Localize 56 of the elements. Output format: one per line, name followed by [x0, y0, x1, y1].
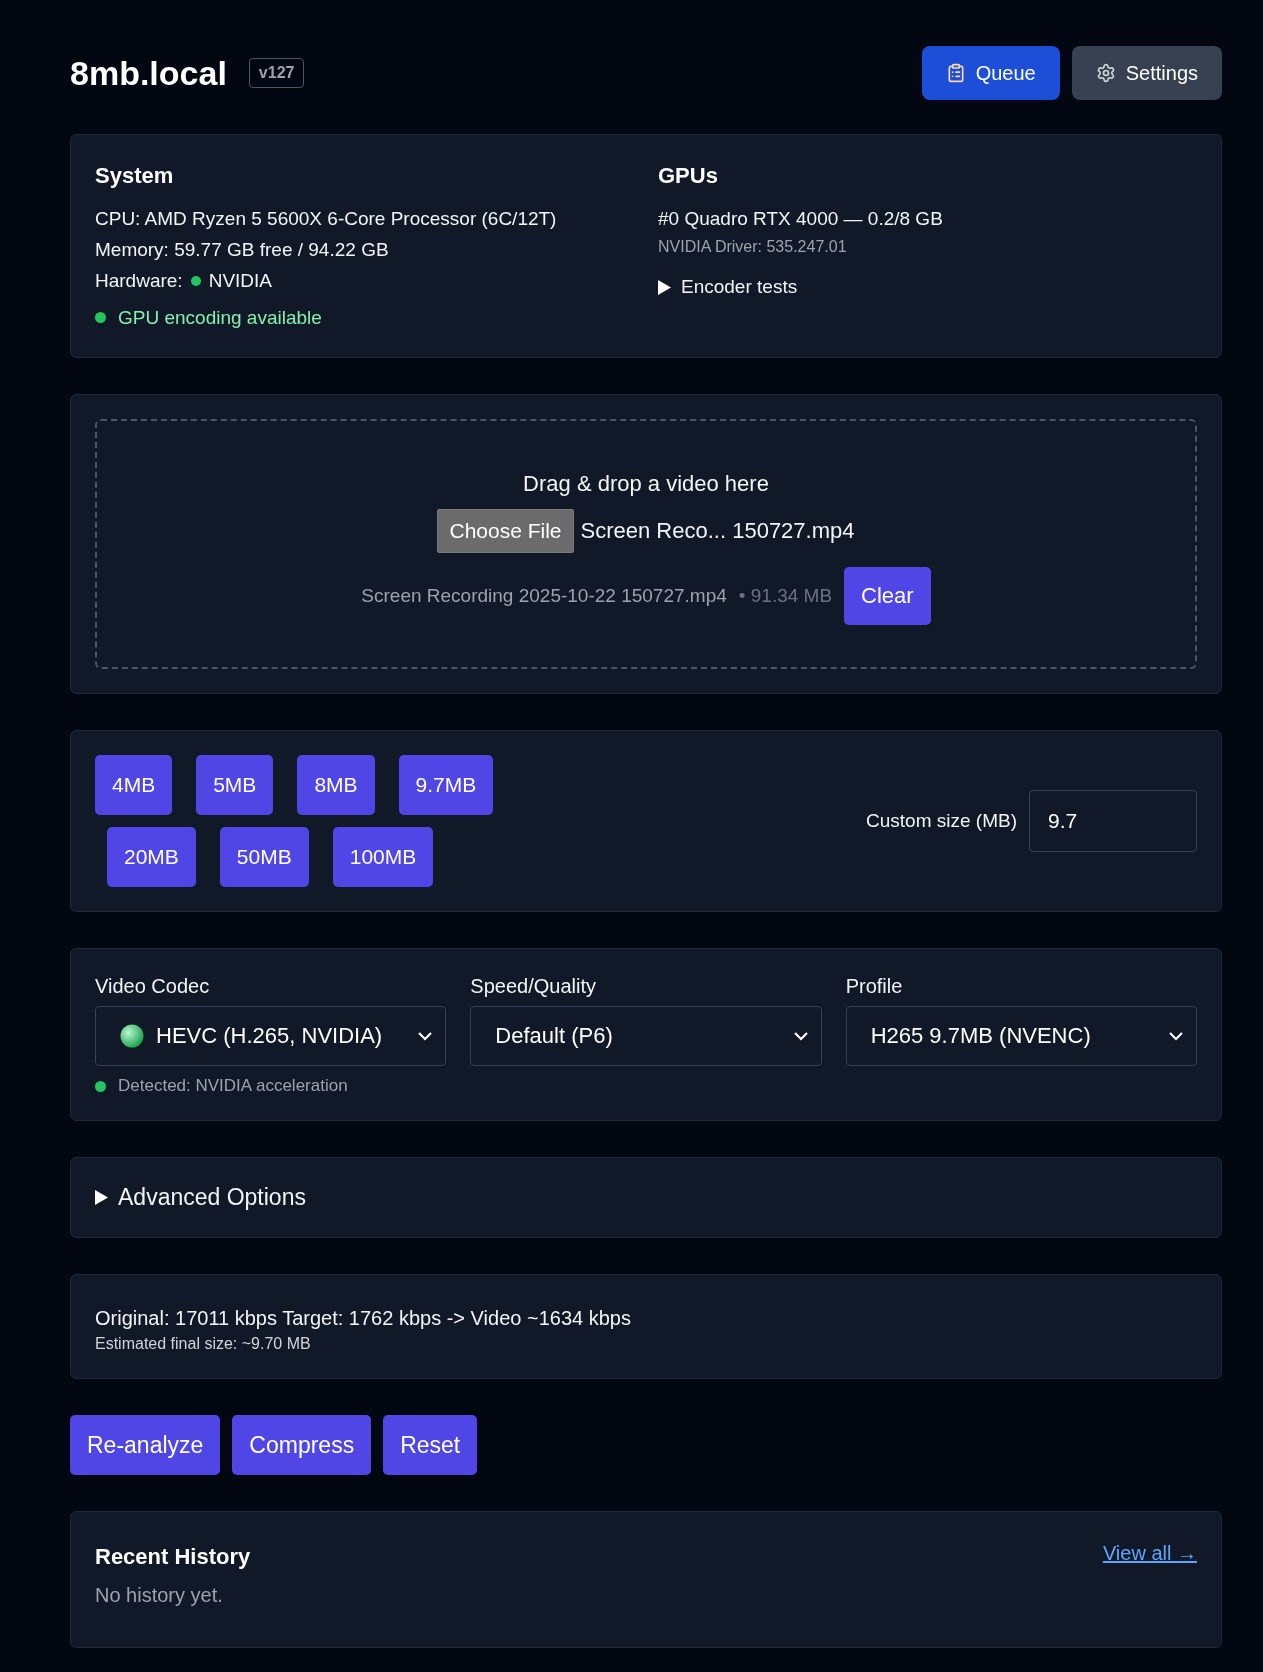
- dropdown-select[interactable]: HEVC (H.265, NVIDIA): [95, 1006, 447, 1066]
- choose-file-button[interactable]: Choose File: [437, 509, 574, 553]
- status-dot-icon: [95, 1080, 106, 1092]
- gpu-status-text: GPU encoding available: [118, 306, 322, 330]
- custom-size-field[interactable]: 9.7: [1029, 790, 1197, 852]
- status-dot-icon: [190, 275, 201, 286]
- drop-prompt: Drag & drop a video here: [523, 471, 769, 497]
- hardware-value: NVIDIA: [208, 269, 272, 293]
- chosen-file-name: Screen Reco... 150727.mp4: [580, 518, 855, 544]
- custom-size-label: Custom size (MB): [866, 810, 1017, 832]
- encoder-tests-toggle[interactable]: Encoder tests: [658, 276, 798, 298]
- field-label: Profile: [845, 975, 904, 998]
- size-preset-button[interactable]: 50MB: [219, 827, 309, 887]
- section-heading: Recent History: [95, 1544, 251, 1570]
- size-preset-button[interactable]: 4MB: [95, 755, 173, 815]
- app-title: 8mb.local: [70, 53, 227, 93]
- size-preset-button[interactable]: 5MB: [196, 755, 274, 815]
- disclosure-triangle-icon: [658, 279, 671, 295]
- chevron-down-icon: [792, 1031, 809, 1041]
- system-info-line: CPU: AMD Ryzen 5 5600X 6-Core Processor (6C/12T): [95, 207, 558, 231]
- size-preset-button[interactable]: 100MB: [332, 827, 434, 887]
- section-heading: GPUs: [658, 163, 719, 189]
- field-label: Video Codec: [95, 975, 211, 998]
- section-heading: System: [95, 163, 175, 189]
- size-preset-button[interactable]: 20MB: [107, 827, 196, 887]
- file-size: • 91.34 MB: [738, 585, 833, 607]
- size-preset-button[interactable]: 8MB: [297, 755, 375, 815]
- bitrate-summary: Original: 17011 kbps Target: 1762 kbps -> Video ~1634 kbps: [95, 1306, 632, 1331]
- chevron-down-icon: [1168, 1031, 1184, 1041]
- file-name: Screen Recording 2025-10-22 150727.mp4: [361, 585, 727, 607]
- action-button[interactable]: Re-analyze: [70, 1415, 221, 1475]
- gpu-name: #0 Quadro RTX 4000 — 0.2/8 GB: [658, 207, 944, 231]
- dropdown-select[interactable]: H265 9.7MB (NVENC): [845, 1006, 1197, 1066]
- action-button[interactable]: Reset: [383, 1415, 478, 1475]
- size-preset-button[interactable]: 9.7MB: [398, 755, 494, 815]
- queue-button[interactable]: Queue: [921, 46, 1060, 100]
- chevron-down-icon: [417, 1031, 434, 1041]
- empty-history-text: No history yet.: [95, 1584, 223, 1606]
- settings-icon: [1095, 63, 1116, 83]
- estimated-size: Estimated final size: ~9.70 MB: [95, 1334, 312, 1354]
- driver-version: NVIDIA Driver: 535.247.01: [658, 237, 848, 257]
- clear-button[interactable]: Clear: [844, 567, 931, 625]
- field-label: Speed/Quality: [470, 975, 597, 998]
- drop-zone[interactable]: Drag & drop a video here Choose File Screen Reco... 150727.mp4 Screen Recording 2025-10-22 150727.mp4 • 91.34 MB Clear: [95, 419, 1197, 669]
- version-badge: v127: [248, 58, 305, 88]
- settings-button[interactable]: Settings: [1071, 46, 1222, 100]
- system-info-line: Memory: 59.77 GB free / 94.22 GB: [95, 238, 390, 262]
- status-dot-icon: [95, 312, 106, 323]
- view-all-link[interactable]: View all →: [1102, 1541, 1197, 1565]
- action-button[interactable]: Compress: [232, 1415, 372, 1475]
- detection-note: Detected: NVIDIA acceleration: [118, 1076, 348, 1096]
- dropdown-select[interactable]: Default (P6): [470, 1006, 822, 1066]
- disclosure-triangle-icon: [95, 1190, 108, 1205]
- hardware-label: Hardware:: [95, 269, 183, 293]
- advanced-options-toggle[interactable]: Advanced Options: [95, 1184, 306, 1211]
- status-sphere-icon: [120, 1024, 144, 1048]
